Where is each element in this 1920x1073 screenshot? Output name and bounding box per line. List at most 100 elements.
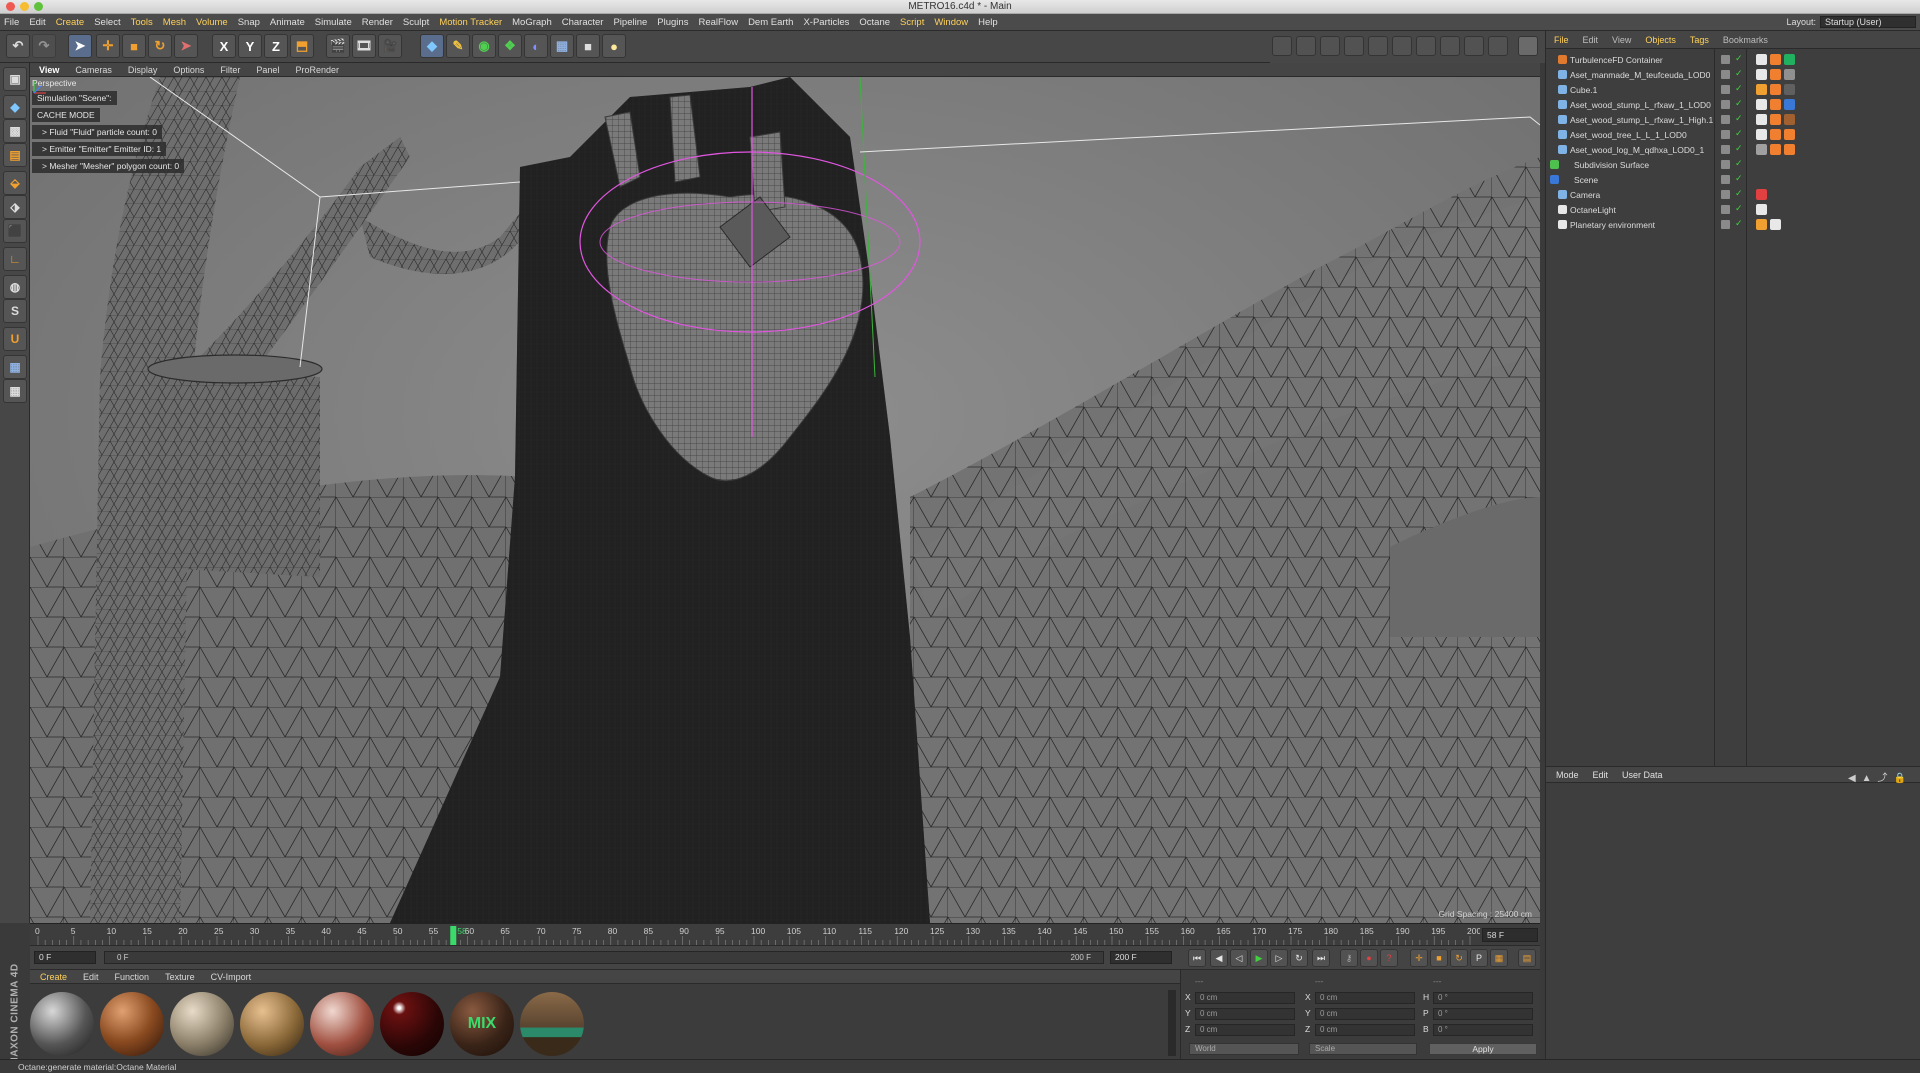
material-swatch[interactable] <box>30 992 94 1056</box>
live-selection-button[interactable]: ➤ <box>68 34 92 58</box>
object-tag-icon[interactable] <box>1784 144 1795 155</box>
rotation-field[interactable]: 0 ° <box>1433 1024 1533 1036</box>
menu-sculpt[interactable]: Sculpt <box>403 17 429 28</box>
position-field[interactable]: 0 cm <box>1195 1008 1295 1020</box>
object-tag-icon[interactable] <box>1756 189 1767 200</box>
attribute-nav-icons[interactable]: ◀▲⤴🔒 <box>1848 769 1912 784</box>
undo-button[interactable]: ↶ <box>6 34 30 58</box>
visibility-toggle[interactable]: ✓ <box>1721 143 1745 155</box>
menu-character[interactable]: Character <box>562 17 604 28</box>
frame-range-slider[interactable]: 0 F 200 F <box>104 951 1104 964</box>
object-tag-icon[interactable] <box>1770 219 1781 230</box>
menu-x-particles[interactable]: X-Particles <box>803 17 849 28</box>
snap-mode-button[interactable]: S <box>3 299 27 323</box>
viewport-canvas[interactable]: Perspective Simulation "Scene": CACHE MO… <box>30 77 1540 923</box>
record-keys-button[interactable]: ⚷ <box>1340 949 1358 967</box>
pen-spline-button[interactable]: ✎ <box>446 34 470 58</box>
floor-button[interactable]: ▦ <box>550 34 574 58</box>
menu-render[interactable]: Render <box>362 17 393 28</box>
menu-motion-tracker[interactable]: Motion Tracker <box>439 17 502 28</box>
object-menu-bookmarks[interactable]: Bookmarks <box>1723 35 1768 45</box>
magnet-button[interactable]: U <box>3 327 27 351</box>
menu-snap[interactable]: Snap <box>238 17 260 28</box>
visibility-toggle[interactable]: ✓ <box>1721 83 1745 95</box>
viewport-menu-cameras[interactable]: Cameras <box>75 65 112 75</box>
grid-button[interactable] <box>1344 36 1364 56</box>
next-key-button[interactable]: ↻ <box>1290 949 1308 967</box>
object-tag-icon[interactable] <box>1770 114 1781 125</box>
visibility-toggle[interactable]: ✓ <box>1721 128 1745 140</box>
menu-octane[interactable]: Octane <box>859 17 890 28</box>
object-menu-file[interactable]: File <box>1554 35 1569 45</box>
menu-animate[interactable]: Animate <box>270 17 305 28</box>
object-menu-view[interactable]: View <box>1612 35 1631 45</box>
object-tag-icon[interactable] <box>1770 54 1781 65</box>
hair-button[interactable] <box>1464 36 1484 56</box>
menu-mesh[interactable]: Mesh <box>163 17 186 28</box>
axis-lock-button[interactable] <box>1320 36 1340 56</box>
z-axis-button[interactable]: Z <box>264 34 288 58</box>
material-menu-texture[interactable]: Texture <box>165 972 195 982</box>
object-tag-icon[interactable] <box>1770 84 1781 95</box>
visibility-toggle[interactable]: ✓ <box>1721 188 1745 200</box>
object-menu-edit[interactable]: Edit <box>1583 35 1599 45</box>
object-tag-icon[interactable] <box>1756 219 1767 230</box>
menu-create[interactable]: Create <box>56 17 85 28</box>
object-tag-icon[interactable] <box>1784 114 1795 125</box>
render-picture-viewer-button[interactable]: 🎞 <box>352 34 376 58</box>
texture-mode-button[interactable]: ▩ <box>3 119 27 143</box>
menu-mograph[interactable]: MoGraph <box>512 17 552 28</box>
material-swatch[interactable] <box>170 992 234 1056</box>
camera-button[interactable]: ■ <box>576 34 600 58</box>
menu-simulate[interactable]: Simulate <box>315 17 352 28</box>
snap-button[interactable] <box>1296 36 1316 56</box>
viewport-menu-display[interactable]: Display <box>128 65 158 75</box>
object-tag-icon[interactable] <box>1784 84 1795 95</box>
object-row[interactable]: OctaneLight ✓ <box>1546 203 1920 217</box>
current-frame-field[interactable]: 58 F <box>1482 928 1538 942</box>
material-menu-edit[interactable]: Edit <box>83 972 99 982</box>
visibility-toggle[interactable]: ✓ <box>1721 203 1745 215</box>
menu-file[interactable]: File <box>4 17 19 28</box>
key-scale-button[interactable]: ■ <box>1430 949 1448 967</box>
material-swatch[interactable] <box>380 992 444 1056</box>
object-tag-icon[interactable] <box>1756 99 1767 110</box>
visibility-toggle[interactable]: ✓ <box>1721 113 1745 125</box>
move-tool-button[interactable]: ✛ <box>96 34 120 58</box>
recent-tool-button[interactable]: ➤ <box>174 34 198 58</box>
rotate-tool-button[interactable]: ↻ <box>148 34 172 58</box>
object-tag-icon[interactable] <box>1770 69 1781 80</box>
object-tag-icon[interactable] <box>1770 129 1781 140</box>
subdivision-button[interactable]: ◉ <box>472 34 496 58</box>
axis-mode-button[interactable]: ∟ <box>3 247 27 271</box>
rotation-field[interactable]: 0 ° <box>1433 1008 1533 1020</box>
workplane-mode-button[interactable]: ▤ <box>3 143 27 167</box>
rotation-field[interactable]: 0 ° <box>1433 992 1533 1004</box>
y-axis-button[interactable]: Y <box>238 34 262 58</box>
key-param-button[interactable]: P <box>1470 949 1488 967</box>
position-field[interactable]: 0 cm <box>1195 992 1295 1004</box>
visibility-toggle[interactable]: ✓ <box>1721 53 1745 65</box>
start-frame-field[interactable]: 0 F <box>34 951 96 964</box>
object-row[interactable]: Aset_wood_log_M_qdhxa_LOD0_1 ✓ <box>1546 143 1920 157</box>
object-tag-icon[interactable] <box>1756 69 1767 80</box>
tweak-mode-button[interactable]: ◍ <box>3 275 27 299</box>
key-rotation-button[interactable]: ↻ <box>1450 949 1468 967</box>
size-field[interactable]: 0 cm <box>1315 1008 1415 1020</box>
menu-window[interactable]: Window <box>934 17 968 28</box>
menu-tools[interactable]: Tools <box>131 17 153 28</box>
visibility-toggle[interactable]: ✓ <box>1721 158 1745 170</box>
model-mode-button[interactable]: ◆ <box>3 95 27 119</box>
viewport-menu-filter[interactable]: Filter <box>220 65 240 75</box>
timeline-ruler[interactable]: 0 5 10 15 20 25 30 35 40 45 50 55 60 65 70 75 80 85 90 95 10… <box>30 923 1540 945</box>
layout-dropdown[interactable]: Startup (User) <box>1820 16 1916 28</box>
coordinate-system-button[interactable]: ⬒ <box>290 34 314 58</box>
material-swatch[interactable] <box>310 992 374 1056</box>
visibility-toggle[interactable]: ✓ <box>1721 173 1745 185</box>
object-row[interactable]: Aset_wood_stump_L_rfxaw_1_High.1 ✓ <box>1546 113 1920 127</box>
attribute-menu-mode[interactable]: Mode <box>1556 770 1579 780</box>
material-swatch[interactable] <box>100 992 164 1056</box>
material-swatch[interactable] <box>240 992 304 1056</box>
visibility-toggle[interactable]: ✓ <box>1721 98 1745 110</box>
viewport-lock-button[interactable]: ▦ <box>3 379 27 403</box>
